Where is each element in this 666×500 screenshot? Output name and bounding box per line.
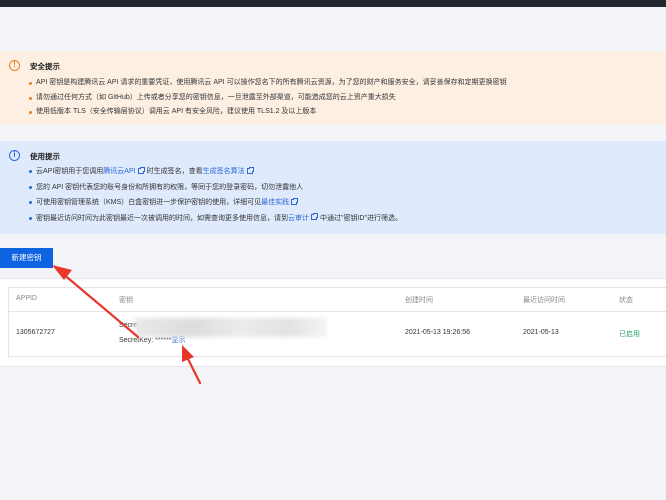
usage-notice-item: 密钥最近访问时间为此密钥最近一次被调用的时间，如需查询更多使用信息，请到云审计 中…	[29, 211, 402, 227]
best-practice-link[interactable]: 最佳实践	[261, 199, 289, 206]
row-last-access: 2021-05-13	[523, 329, 559, 336]
usage-text: 密钥最近访问时间为此密钥最近一次被调用的时间，如需查询更多使用信息，请到	[36, 214, 288, 222]
tencent-cloud-api-link[interactable]: 腾讯云API	[103, 168, 135, 175]
security-notice-title: 安全提示	[30, 62, 60, 71]
external-link-icon[interactable]	[291, 197, 299, 205]
new-key-button[interactable]: 新建密钥	[0, 248, 53, 268]
external-link-icon[interactable]	[137, 166, 145, 174]
usage-notice-item: 可使用密钥管理系统（KMS）白盒密钥进一步保护密钥的使用，详细可见最佳实践	[29, 195, 402, 211]
usage-notice-item: 您的 API 密钥代表您的账号身份和所拥有的权限，等同于您的登录密码，切勿泄露他…	[29, 180, 402, 196]
security-notice: ! 安全提示 API 密钥是构建腾讯云 API 请求的重要凭证，使用腾讯云 AP…	[0, 51, 666, 124]
usage-text: 时生成签名，查看	[146, 168, 203, 175]
usage-text: 云API密钥用于您调用	[36, 168, 104, 175]
usage-text: 可使用密钥管理系统（KMS）白盒密钥进一步保护密钥的使用，详细可见	[36, 199, 262, 206]
header-last-access: 最近访问时间	[523, 297, 565, 304]
warning-icon: !	[9, 60, 20, 71]
cloud-audit-link[interactable]: 云审计	[288, 215, 309, 222]
top-navigation-bar	[0, 0, 666, 7]
row-status-badge: 已启用	[619, 331, 640, 338]
top-spacer	[0, 7, 666, 39]
header-key: 密钥	[119, 297, 133, 304]
row-created: 2021-05-13 19:26:56	[405, 329, 470, 336]
signature-algorithm-link[interactable]: 生成签名算法	[203, 168, 245, 175]
usage-notice-title: 使用提示	[30, 152, 60, 161]
external-link-icon[interactable]	[311, 213, 318, 220]
show-secret-link[interactable]: 显示	[172, 337, 186, 344]
header-status: 状态	[619, 297, 633, 304]
table-header: APPID 密钥 创建时间 最近访问时间 状态	[9, 288, 666, 312]
security-notice-list: API 密钥是构建腾讯云 API 请求的重要凭证，使用腾讯云 API 可以操作您…	[29, 76, 507, 120]
security-notice-item: 请勿通过任何方式（如 GitHub）上传或者分享您的密钥信息，一旦泄露至外部渠道…	[29, 91, 507, 106]
redacted-secret-blur	[135, 318, 327, 337]
usage-notice-item: 云API密钥用于您调用腾讯云API 时生成签名，查看生成签名算法	[29, 164, 402, 180]
usage-notice-list: 云API密钥用于您调用腾讯云API 时生成签名，查看生成签名算法 您的 API 密…	[29, 164, 402, 227]
row-appid: 1305672727	[16, 329, 55, 336]
info-icon: i	[9, 150, 20, 161]
security-notice-item: API 密钥是构建腾讯云 API 请求的重要凭证，使用腾讯云 API 可以操作您…	[29, 76, 507, 91]
usage-text: 中通过"密钥ID"进行筛选。	[320, 214, 402, 222]
usage-notice: i 使用提示 云API密钥用于您调用腾讯云API 时生成签名，查看生成签名算法 您…	[0, 141, 666, 234]
security-notice-item: 使用低版本 TLS（安全传输层协议）调用云 API 有安全风险，建议使用 TLS…	[29, 105, 507, 120]
external-link-icon[interactable]	[246, 166, 254, 174]
api-key-table: APPID 密钥 创建时间 最近访问时间 状态 1305672727 Secre…	[8, 287, 666, 357]
secret-key-text: SecretKey: ******	[119, 337, 172, 344]
header-created: 创建时间	[405, 297, 433, 304]
header-appid: APPID	[16, 295, 38, 302]
